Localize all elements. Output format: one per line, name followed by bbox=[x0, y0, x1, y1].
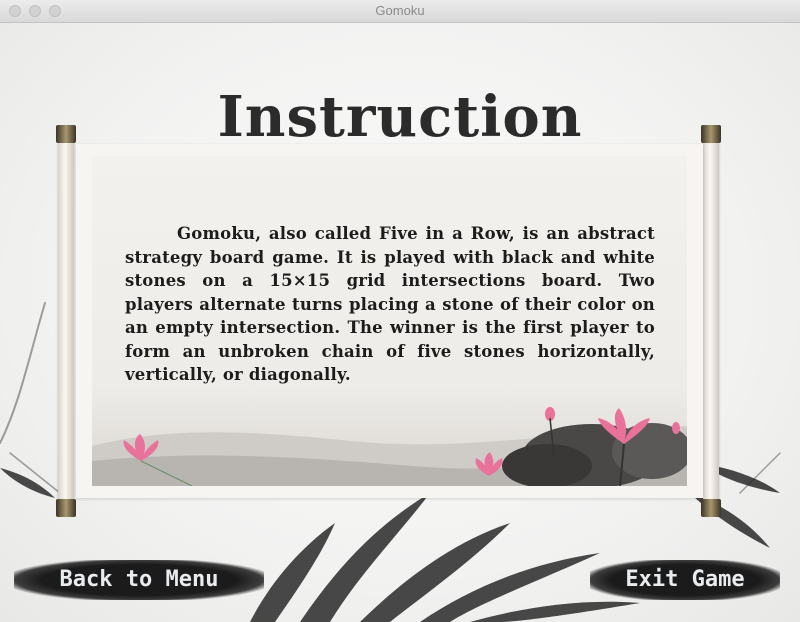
exit-game-button[interactable]: Exit Game bbox=[590, 560, 780, 600]
back-to-menu-button[interactable]: Back to Menu bbox=[14, 560, 264, 600]
instruction-text: Gomoku, also called Five in a Row, is an… bbox=[125, 224, 655, 384]
window-title: Gomoku bbox=[375, 3, 425, 18]
scroll-rod-left bbox=[56, 125, 76, 517]
scroll-rod-right bbox=[701, 125, 721, 517]
window-titlebar: Gomoku bbox=[0, 0, 800, 23]
page-title: Instruction bbox=[217, 84, 583, 150]
